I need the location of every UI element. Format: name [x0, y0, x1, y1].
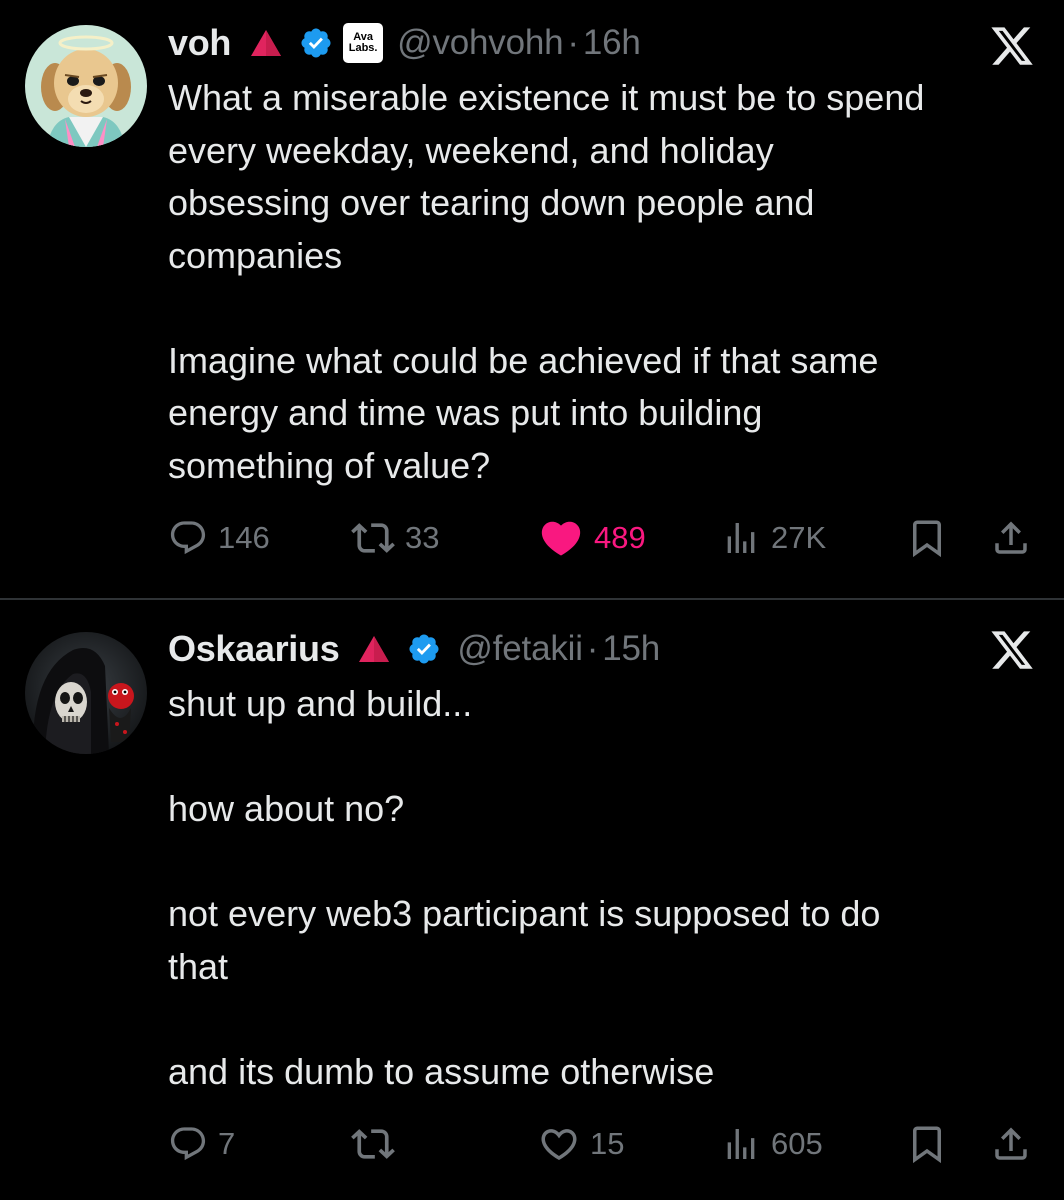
triangle-icon — [359, 636, 390, 662]
bookmark-button[interactable] — [906, 1119, 948, 1169]
repost-icon — [351, 1129, 395, 1159]
verified-icon — [301, 28, 331, 58]
handle[interactable]: @fetakii — [457, 629, 583, 668]
action-bar: 7 15 605 — [168, 1119, 1038, 1169]
avatar-image — [25, 25, 147, 147]
timestamp[interactable]: 15h — [602, 629, 660, 668]
views-icon — [727, 523, 755, 553]
display-name[interactable]: voh — [168, 22, 231, 64]
tweet-header: voh Ava Labs. @vohvohh · 16h — [168, 21, 641, 65]
tweet-header: Oskaarius @fetakii · 15h — [168, 627, 660, 671]
like-count: 15 — [590, 1126, 625, 1161]
tweet[interactable]: voh Ava Labs. @vohvohh · 16h What a misera… — [0, 0, 1064, 598]
like-icon — [541, 1129, 577, 1161]
bookmark-icon — [913, 1126, 941, 1164]
share-button[interactable] — [990, 513, 1032, 563]
share-icon — [995, 1127, 1027, 1160]
reply-icon — [170, 521, 206, 555]
tweet-text: What a miserable existence it must be to… — [168, 77, 925, 486]
tweet-text: shut up and build... how about no? not e… — [168, 683, 881, 1092]
separator: · — [586, 629, 599, 668]
handle-time: @fetakii · 15h — [457, 629, 660, 669]
x-logo-icon — [991, 27, 1033, 65]
share-button[interactable] — [990, 1119, 1032, 1169]
reply-button[interactable]: 146 — [168, 513, 270, 563]
reply-button[interactable]: 7 — [168, 1119, 235, 1169]
handle-time: @vohvohh · 16h — [397, 23, 641, 63]
views-count: 27K — [771, 520, 827, 555]
avatar-image — [25, 632, 147, 754]
like-button[interactable]: 489 — [538, 513, 646, 563]
affiliate-badge[interactable]: Ava Labs. — [343, 23, 384, 63]
verified-icon — [409, 634, 439, 664]
reply-count: 7 — [218, 1126, 236, 1161]
separator: · — [567, 23, 579, 62]
handle[interactable]: @vohvohh — [397, 23, 563, 62]
x-logo-icon — [991, 631, 1033, 669]
repost-count: 33 — [405, 520, 440, 555]
reply-icon — [170, 1127, 206, 1161]
avatar[interactable] — [25, 25, 147, 147]
tweet[interactable]: Oskaarius @fetakii · 15h shut up and build… — [0, 600, 1064, 1200]
reply-count: 146 — [218, 520, 270, 555]
views-count: 605 — [771, 1126, 823, 1161]
views-button[interactable]: 605 — [721, 1119, 823, 1169]
like-count: 489 — [594, 520, 646, 555]
repost-button[interactable] — [351, 1119, 395, 1169]
repost-button[interactable]: 33 — [351, 513, 439, 563]
triangle-icon — [251, 30, 282, 56]
share-icon — [995, 521, 1027, 554]
bookmark-button[interactable] — [906, 513, 948, 563]
avatar[interactable] — [25, 632, 147, 754]
action-bar: 146 33 489 27K — [168, 513, 1038, 563]
bookmark-icon — [913, 520, 941, 558]
views-icon — [727, 1129, 755, 1159]
like-button[interactable]: 15 — [538, 1119, 624, 1169]
views-button[interactable]: 27K — [721, 513, 826, 563]
like-icon — [541, 521, 581, 556]
repost-icon — [351, 523, 395, 553]
display-name[interactable]: Oskaarius — [168, 628, 340, 670]
timestamp[interactable]: 16h — [583, 23, 641, 62]
affiliate-badge-line2: Labs. — [348, 42, 378, 54]
